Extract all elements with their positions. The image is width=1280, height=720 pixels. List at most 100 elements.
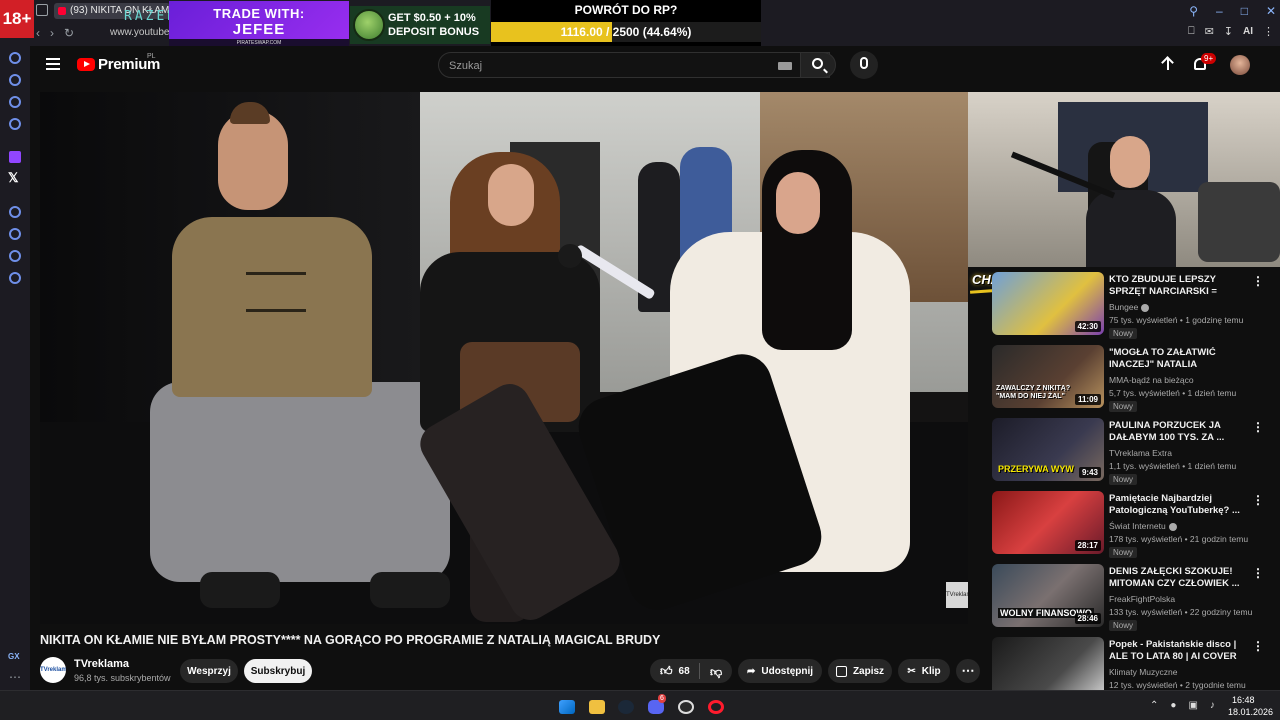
new-badge: Nowy [1109,547,1138,558]
reload-icon[interactable]: ↻ [64,26,74,40]
menu-icon[interactable]: ⋮ [1263,25,1274,38]
avatar[interactable] [1230,55,1250,75]
extensions-icon[interactable]: ⎕ [1188,25,1195,38]
suggestions-list: 42:30 KTO ZBUDUJE LEPSZY SPRZĘT NARCIARS… [990,272,1280,690]
notifications-icon[interactable]: ✉ [1205,25,1214,38]
ai-assistant-icon[interactable] [9,74,21,86]
suggestion-thumbnail[interactable]: 42:30 [992,272,1104,335]
suggestion-title[interactable]: "MOGŁA TO ZAŁATWIĆ INACZEJ" NATALIA MAGI… [1109,347,1249,371]
suggestion-thumbnail[interactable]: PRZERYWA WYW 9:43 [992,418,1104,481]
search-tabs-icon[interactable]: ⚲ [1189,4,1198,18]
like-button[interactable]: 👍︎ 68 [660,664,690,679]
suggestion-channel[interactable]: MMA-bądź na bieżąco [1109,375,1194,385]
suggestion-item[interactable]: WOLNY FINANSOWO 28:46 DENIS ZAŁĘCKI SZOK… [990,564,1280,631]
suggestion-thumbnail[interactable]: 28:17 [992,491,1104,554]
suggestion-meta: 133 tys. wyświetleń • 22 godziny temu [1109,607,1253,617]
suggestion-thumbnail[interactable]: WOLNY FINANSOWO 28:46 [992,564,1104,627]
network-icon[interactable]: ▣ [1188,700,1197,711]
thumbs-down-icon[interactable]: 👎︎ [710,665,722,680]
suggestion-meta: 178 tys. wyświetleń • 21 godzin temu [1109,534,1249,544]
discord-badge: 6 [658,694,666,703]
kebab-menu-icon[interactable]: ⋮ [1252,493,1264,507]
suggestion-channel[interactable]: Świat Internetu [1109,521,1177,531]
ai-button[interactable]: AI [1243,26,1253,37]
close-icon[interactable]: ✕ [1266,4,1276,18]
file-explorer-icon[interactable] [589,700,605,714]
forward-arrow-icon[interactable]: › [50,26,54,40]
settings-icon[interactable] [9,272,21,284]
opera-icon[interactable] [9,52,21,64]
history-icon[interactable] [9,228,21,240]
suggestion-item[interactable]: 28:17 Pamiętacie Najbardziej Patologiczn… [990,491,1280,558]
back-arrow-icon[interactable]: ‹ [36,26,40,40]
suggestion-thumbnail[interactable]: ZAWALCZY Z NIKITĄ? "MAM DO NIEJ ŻAL" 11:… [992,345,1104,408]
bonus-ad-line2: DEPOSIT BONUS [388,26,480,38]
kebab-menu-icon[interactable]: ⋮ [1252,274,1264,288]
download-icon[interactable]: ↧ [1224,25,1233,38]
suggestion-channel[interactable]: Bungee [1109,302,1150,312]
subscribe-button[interactable]: Subskrybuj [244,659,312,683]
suggestion-channel[interactable]: TVreklama Extra [1109,448,1172,458]
voice-search-button[interactable] [850,51,878,79]
x-social-icon[interactable]: 𝕏 [8,170,18,186]
suggestion-item[interactable]: PRZERYWA WYW 9:43 PAULINA PORZUCEK JA DA… [990,418,1280,485]
kebab-menu-icon[interactable]: ⋮ [1252,420,1264,434]
upload-icon[interactable] [1161,57,1175,73]
windows-start-icon[interactable] [559,700,575,714]
suggestion-title[interactable]: KTO ZBUDUJE LEPSZY SPRZĘT NARCIARSKI = W… [1109,274,1249,298]
kebab-menu-icon[interactable]: ⋮ [1252,639,1264,653]
hamburger-menu-icon[interactable] [46,58,60,70]
discord-icon[interactable]: 6 [648,694,666,714]
share-button[interactable]: ➦ Udostępnij [738,659,822,683]
minimize-icon[interactable]: – [1216,4,1223,18]
gx-icon[interactable]: GX [8,652,20,661]
share-arrow-icon: ➦ [746,665,756,677]
youtube-logo-icon[interactable] [77,58,95,71]
kebab-menu-icon[interactable]: ⋮ [1252,566,1264,580]
suggestion-channel[interactable]: Klimaty Muzyczne [1109,667,1178,677]
clock-date[interactable]: 18.01.2026 [1228,707,1273,717]
verified-icon [1141,303,1150,312]
tab-audio-icon[interactable] [36,4,48,16]
channel-watermark[interactable]: TVreklama [946,582,968,608]
channel-name[interactable]: TVreklama [74,658,129,670]
search-button[interactable] [800,52,836,78]
opera-gx-icon[interactable] [708,700,724,714]
extensions-sidebar-icon[interactable] [9,250,21,262]
video-player[interactable]: TVreklama [40,92,968,624]
browser-nav: ‹ › ↻ [36,26,74,40]
search-input[interactable] [449,57,769,75]
microphone-tray-icon[interactable]: ● [1170,700,1176,711]
more-dots-icon[interactable]: ⋯ [9,670,21,684]
suggestion-title[interactable]: Pamiętacie Najbardziej Patologiczną YouT… [1109,493,1249,517]
save-button[interactable]: Zapisz [828,659,892,683]
chrome-icon[interactable] [678,700,694,714]
twitch-icon[interactable] [9,151,21,163]
suggestion-channel[interactable]: FreakFightPolska [1109,594,1175,604]
suggestion-item[interactable]: ZAWALCZY Z NIKITĄ? "MAM DO NIEJ ŻAL" 11:… [990,345,1280,412]
suggestion-title[interactable]: Popek - Pakistańskie disco | ALE TO LATA… [1109,639,1249,663]
steam-icon[interactable] [618,700,634,714]
microphone-icon [860,57,868,69]
suggestion-item[interactable]: 42:30 KTO ZBUDUJE LEPSZY SPRZĘT NARCIARS… [990,272,1280,339]
address-bar[interactable]: www.youtube [110,27,169,38]
clip-button[interactable]: ✂ Klip [898,659,950,683]
volume-icon[interactable]: ♪ [1210,700,1215,711]
channel-avatar[interactable]: TVreklama [40,657,66,683]
suggestion-thumbnail[interactable] [992,637,1104,690]
messenger-icon[interactable] [9,96,21,108]
mail-icon[interactable] [9,118,21,130]
clock-time[interactable]: 16:48 [1232,695,1255,705]
country-code: PL [147,53,156,60]
suggestion-title[interactable]: PAULINA PORZUCEK JA DAŁABYM 100 TYS. ZA … [1109,420,1249,444]
player-icon[interactable] [9,206,21,218]
more-actions-button[interactable]: ⋯ [956,659,980,683]
suggestion-item[interactable]: Popek - Pakistańskie disco | ALE TO LATA… [990,637,1280,690]
support-button[interactable]: Wesprzyj [180,659,238,683]
trade-ad-banner[interactable]: TRADE WITH: JEFEE PIRATESWAP.COM [169,1,349,47]
maximize-icon[interactable]: □ [1241,4,1248,18]
tray-chevron-icon[interactable]: ⌃ [1150,700,1158,711]
keyboard-icon[interactable] [778,62,792,70]
suggestion-title[interactable]: DENIS ZAŁĘCKI SZOKUJE! MITOMAN CZY CZŁOW… [1109,566,1249,590]
bonus-ad-banner[interactable]: GET $0.50 + 10% DEPOSIT BONUS [350,6,490,44]
